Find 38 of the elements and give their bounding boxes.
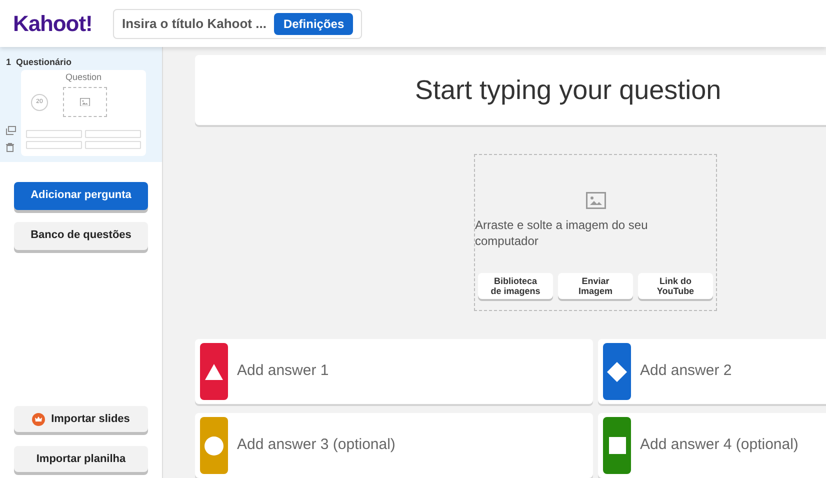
- duplicate-icon[interactable]: [6, 126, 16, 134]
- media-button[interactable]: Biblioteca de imagens: [478, 273, 553, 300]
- answer-placeholder: Add answer 1: [237, 361, 329, 382]
- media-dropzone[interactable]: Arraste e solte a imagem do seu computador Biblioteca de imagens Enviar Imagem Link do YouTube: [474, 154, 717, 311]
- crown-icon: [32, 412, 46, 426]
- settings-button[interactable]: Definições: [274, 12, 354, 34]
- media-button[interactable]: Enviar Imagem: [558, 273, 633, 300]
- answer-slot: [85, 130, 141, 138]
- title-placeholder: Insira o título Kahoot ...: [122, 14, 266, 33]
- answer-placeholder: Add answer 3 (optional): [237, 435, 396, 456]
- add-question-button[interactable]: Adicionar pergunta: [14, 182, 148, 210]
- answer-slot: [26, 130, 82, 138]
- dropzone-hint: Arraste e solte a imagem do seu computador: [475, 217, 649, 250]
- import-button[interactable]: Importar planilha: [14, 446, 148, 472]
- answer-field[interactable]: Add answer 1: [195, 339, 593, 404]
- question-field[interactable]: Start typing your question: [195, 55, 826, 126]
- import-button[interactable]: Importar slides: [14, 406, 148, 432]
- triangle-icon: [204, 362, 224, 380]
- title-field[interactable]: Insira o título Kahoot ... Definições: [113, 8, 362, 38]
- diamond-icon: [606, 360, 628, 382]
- logo: Kahoot!: [13, 10, 94, 38]
- media-button[interactable]: Link do YouTube: [638, 273, 713, 300]
- answer-field[interactable]: Add answer 3 (optional): [195, 413, 593, 478]
- slide-type: Questionário: [16, 56, 72, 69]
- answer-field[interactable]: Add answer 4 (optional): [598, 413, 826, 478]
- preview-title: Question: [65, 70, 102, 84]
- answer-placeholder: Add answer 4 (optional): [640, 435, 798, 456]
- answer-slot: [85, 141, 141, 149]
- trash-icon[interactable]: [6, 142, 14, 152]
- image-icon: [80, 98, 90, 106]
- answer-placeholder: Add answer 2: [640, 361, 732, 382]
- image-icon: [586, 192, 606, 210]
- circle-icon: [204, 436, 224, 456]
- question-bank-button[interactable]: Banco de questões: [14, 222, 148, 250]
- square-icon: [608, 437, 626, 454]
- answer-slot: [26, 141, 82, 149]
- answer-field[interactable]: Add answer 2: [598, 339, 826, 404]
- slide-number: 1: [6, 56, 12, 69]
